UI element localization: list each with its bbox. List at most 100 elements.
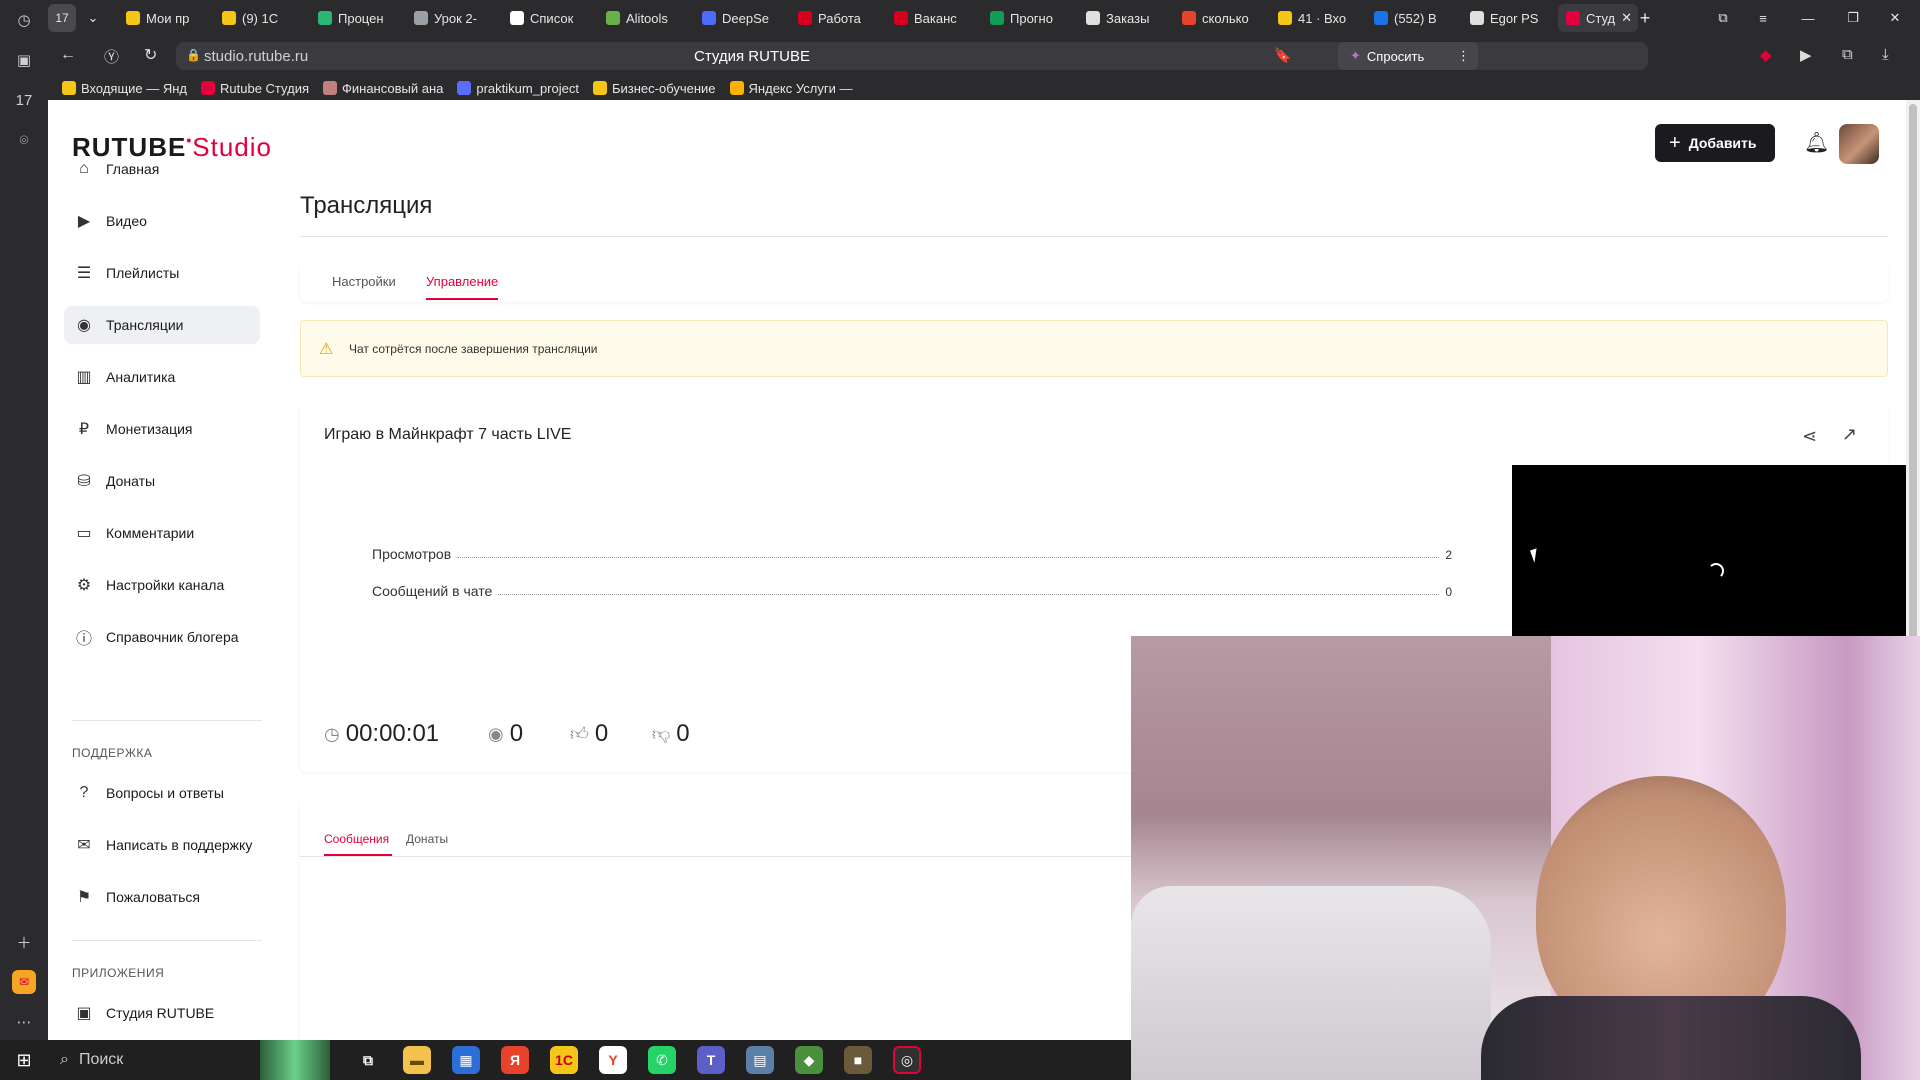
tab-messages[interactable]: Сообщения — [324, 832, 389, 846]
new-tab-button[interactable]: + — [1632, 4, 1658, 32]
tab-label: DeepSe — [722, 10, 769, 26]
avatar[interactable] — [1839, 124, 1879, 164]
bookmark-icon[interactable]: 🔖 — [1274, 47, 1291, 64]
tab-search-icon[interactable]: ⧉ — [1708, 4, 1738, 32]
browser-tab[interactable]: Процен — [310, 4, 402, 32]
sidebar-item-label: Аналитика — [106, 369, 176, 385]
flag-icon: ⚑ — [76, 889, 92, 906]
close-tab-icon[interactable]: ✕ — [1621, 10, 1632, 26]
yandex-icon[interactable]: Ⓨ — [104, 46, 119, 67]
obs-icon[interactable]: ◎ — [893, 1046, 921, 1074]
bookmark-favicon-icon — [201, 81, 216, 95]
sidebar-item[interactable]: ▣ Студия RUTUBE — [64, 994, 260, 1032]
store-icon[interactable]: ▦ — [452, 1046, 480, 1074]
sidebar-item[interactable]: ⓘ Справочник блогера — [64, 618, 260, 656]
menu-icon[interactable]: ≡ — [1748, 4, 1778, 32]
bookmark-item[interactable]: Rutube Студия — [201, 81, 309, 96]
download-icon[interactable]: ⤓ — [1882, 46, 1889, 63]
chevron-down-icon[interactable]: ⌄ — [82, 4, 104, 32]
close-window-icon[interactable]: ✕ — [1880, 4, 1910, 32]
browser-tab[interactable]: Прогно — [982, 4, 1074, 32]
minecraft-launcher-icon[interactable]: ◆ — [795, 1046, 823, 1074]
1c-icon[interactable]: 1С — [550, 1046, 578, 1074]
external-link-icon[interactable]: ↗ — [1842, 424, 1857, 445]
add-button[interactable]: + Добавить — [1655, 124, 1775, 162]
teams-icon[interactable]: T — [697, 1046, 725, 1074]
browser-tab[interactable]: Студ ✕ — [1558, 4, 1638, 32]
task-view-icon[interactable]: ⧉ — [354, 1046, 382, 1074]
sidebar-item[interactable]: ⚑ Пожаловаться — [64, 878, 260, 916]
url-field[interactable]: 🔒 studio.rutube.ru Студия RUTUBE 🔖 ✦ Спр… — [176, 42, 1648, 70]
sidebar-item[interactable]: ⛁ Донаты — [64, 462, 260, 500]
tab-label: сколько — [1202, 10, 1249, 26]
browser-tab[interactable]: Egor PS — [1462, 4, 1554, 32]
extension-icon[interactable]: ◆ — [1760, 46, 1772, 64]
add-icon[interactable]: ＋ — [12, 930, 36, 954]
sidebar-item[interactable]: ✉ Написать в поддержку — [64, 826, 260, 864]
windows-start-icon[interactable]: ⊞ — [0, 1040, 48, 1080]
bell-icon[interactable]: 🔔︎ — [1804, 130, 1829, 155]
minimize-icon[interactable]: — — [1793, 4, 1823, 32]
file-explorer-icon[interactable]: ▬ — [403, 1046, 431, 1074]
sidebar-item[interactable]: ☰ Плейлисты — [64, 254, 260, 292]
taskbar-search[interactable]: ⌕ Поиск — [48, 1040, 260, 1080]
tab-donations[interactable]: Донаты — [406, 832, 448, 846]
bookmark-item[interactable]: Финансовый ана — [323, 81, 443, 96]
stream-preview[interactable] — [1512, 465, 1906, 645]
history-icon[interactable]: ◷ — [12, 8, 36, 32]
browser-tab[interactable]: сколько — [1174, 4, 1266, 32]
browser-tab[interactable]: DeepSe — [694, 4, 786, 32]
share-icon[interactable]: ⋖ — [1802, 426, 1817, 447]
sidebar-item[interactable]: ▶ Видео — [64, 202, 260, 240]
calculator-icon[interactable]: ▤ — [746, 1046, 774, 1074]
more-icon[interactable]: ⋯ — [12, 1010, 36, 1034]
tab-counter[interactable]: 17 — [48, 4, 76, 32]
browser-tab[interactable]: Мои пр — [118, 4, 210, 32]
sidebar-item[interactable]: ₽ Монетизация — [64, 410, 260, 448]
viewers-value: 0 — [509, 720, 524, 747]
yandex-browser-icon[interactable]: Я — [501, 1046, 529, 1074]
mail-app-icon[interactable]: ✉ — [12, 970, 36, 994]
sidebar-item-label: Главная — [106, 161, 160, 177]
ask-button[interactable]: ✦ Спросить ⋮ — [1338, 42, 1478, 70]
sidebar-item[interactable]: ▭ Комментарии — [64, 514, 260, 552]
bookmark-item[interactable]: praktikum_project — [457, 81, 579, 96]
restore-icon[interactable]: ❐ — [1838, 4, 1868, 32]
address-bar: ← Ⓨ ↻ 🔒 studio.rutube.ru Студия RUTUBE 🔖… — [48, 36, 1920, 76]
browser-tab[interactable]: Урок 2- — [406, 4, 498, 32]
reload-icon[interactable]: ↻ — [144, 45, 157, 65]
nav-divider — [72, 720, 262, 721]
browser-tab[interactable]: Alitools — [598, 4, 690, 32]
whatsapp-icon[interactable]: ✆ — [648, 1046, 676, 1074]
bookmark-item[interactable]: Бизнес-обучение — [592, 81, 716, 96]
browser-tab[interactable]: 41 · Вхо — [1270, 4, 1362, 32]
bookmark-item[interactable]: Яндекс Услуги — — [729, 81, 852, 96]
sidebar-item[interactable]: ? Вопросы и ответы — [64, 774, 260, 812]
tab-settings[interactable]: Настройки — [332, 274, 396, 289]
yandex-icon-taskbar[interactable]: Y — [599, 1046, 627, 1074]
browser-tab[interactable]: Список — [502, 4, 594, 32]
tab-management[interactable]: Управление — [426, 274, 498, 289]
bookmark-favicon-icon — [62, 81, 76, 95]
browser-tab[interactable]: Работа — [790, 4, 882, 32]
downloads-panel-icon[interactable]: ⧉ — [1842, 46, 1853, 63]
screenshot-icon[interactable]: ⌾ — [12, 128, 36, 152]
back-icon[interactable]: ← — [60, 46, 76, 64]
browser-tab[interactable]: (9) 1С — [214, 4, 306, 32]
browser-tab[interactable]: Ваканс — [886, 4, 978, 32]
sidebar-item[interactable]: ◉ Трансляции — [64, 306, 260, 344]
tab-favicon-icon — [1470, 11, 1484, 25]
browser-tab[interactable]: (552) В — [1366, 4, 1458, 32]
browser-tab[interactable]: Заказы — [1078, 4, 1170, 32]
collections-icon[interactable]: ▣ — [12, 48, 36, 72]
calendar-icon[interactable]: 17 — [12, 88, 36, 112]
bookmark-favicon-icon — [457, 81, 472, 95]
bookmark-item[interactable]: Входящие — Янд — [62, 81, 187, 96]
sidebar-item[interactable]: ⚙ Настройки канала — [64, 566, 260, 604]
clock-icon: ◷ — [324, 723, 340, 744]
media-icon[interactable]: ▶ — [1800, 46, 1812, 64]
minecraft-icon[interactable]: ■ — [844, 1046, 872, 1074]
ask-more-icon[interactable]: ⋮ — [1457, 48, 1470, 64]
sidebar-item[interactable]: ▥ Аналитика — [64, 358, 260, 396]
sidebar-item[interactable]: ⌂ Главная — [64, 150, 260, 188]
